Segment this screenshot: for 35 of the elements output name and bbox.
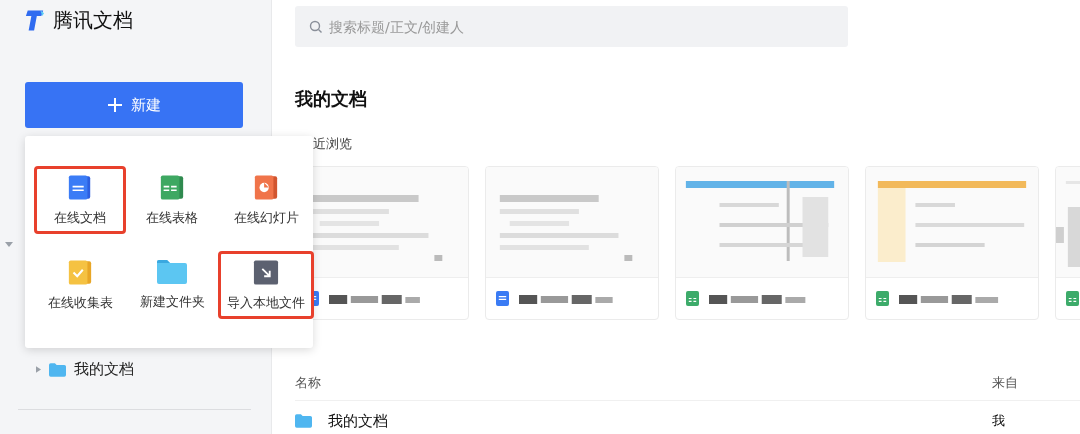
table-cell: 我 — [992, 412, 1005, 430]
document-card[interactable] — [675, 166, 849, 320]
folder-icon — [295, 414, 312, 428]
spreadsheet-icon — [876, 291, 889, 306]
table-row[interactable]: 我的文档 我 — [295, 401, 1080, 434]
menu-item[interactable]: 在线表格 — [126, 166, 218, 234]
section-heading: 近浏览 — [312, 135, 352, 153]
menu-item[interactable]: 新建文件夹 — [126, 251, 218, 319]
page-title: 我的文档 — [295, 87, 368, 111]
document-icon — [496, 291, 509, 306]
document-card[interactable] — [865, 166, 1039, 320]
column-header[interactable]: 名称 — [295, 374, 321, 392]
new-button[interactable]: 新建 — [25, 82, 243, 128]
slides-icon — [253, 173, 279, 201]
menu-item[interactable]: 导入本地文件 — [218, 251, 314, 319]
spreadsheet-icon — [159, 173, 185, 201]
folder-icon — [49, 362, 66, 377]
document-icon — [67, 173, 93, 201]
caret-icon — [5, 242, 13, 248]
column-header[interactable]: 来自 — [992, 374, 1018, 392]
spreadsheet-icon — [686, 291, 699, 306]
menu-item[interactable]: 在线幻灯片 — [218, 166, 314, 234]
menu-item[interactable]: 在线文档 — [34, 166, 126, 234]
spreadsheet-icon — [1066, 291, 1079, 306]
import-icon — [253, 258, 279, 286]
plus-icon — [107, 97, 123, 113]
checkmark-form-icon — [67, 258, 93, 286]
menu-item[interactable]: 在线收集表 — [34, 251, 126, 319]
document-card[interactable] — [485, 166, 659, 320]
tree-item[interactable]: 我的文档 — [36, 360, 134, 379]
search-icon — [309, 20, 323, 34]
search-field[interactable]: 搜索标题/正文/创建人 — [295, 6, 848, 47]
app-name: 腾讯文档 — [53, 6, 133, 34]
folder-icon — [157, 259, 187, 285]
table-cell: 我的文档 — [328, 411, 388, 431]
